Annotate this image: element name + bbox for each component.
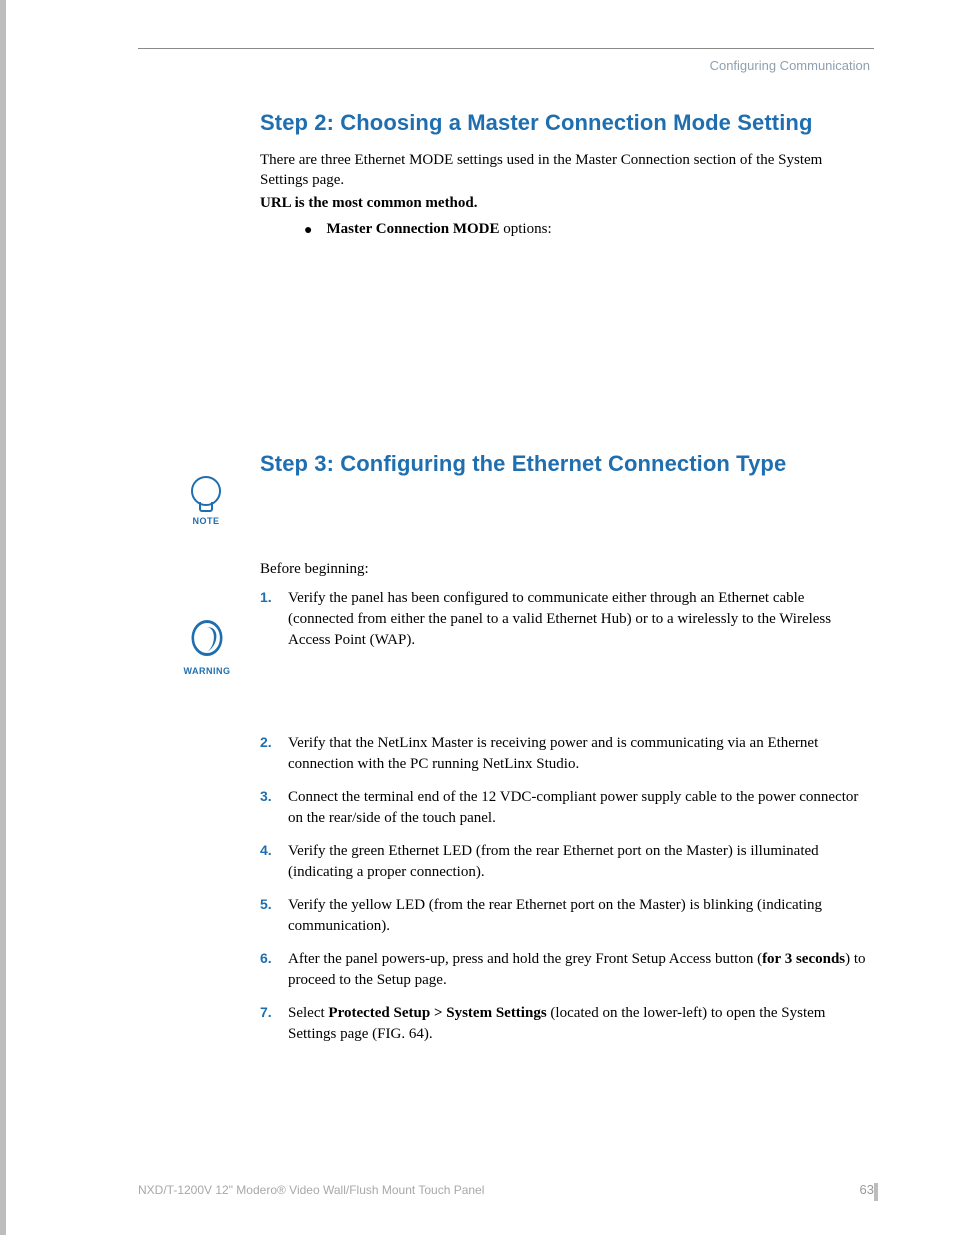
list-item: Verify the yellow LED (from the rear Eth… [260, 895, 870, 937]
step2-heading: Step 2: Choosing a Master Connection Mod… [260, 110, 870, 136]
bullet-text: Master Connection MODE options: [326, 221, 551, 241]
header-section-label: Configuring Communication [710, 58, 870, 73]
step2-intro-2: URL is the most common method. [260, 193, 870, 213]
main-content: Step 2: Choosing a Master Connection Mod… [260, 110, 870, 1057]
list-item: Connect the terminal end of the 12 VDC-c… [260, 787, 870, 829]
document-page: Configuring Communication NOTE WARNING S… [0, 0, 954, 1235]
bullet-rest: options: [500, 221, 552, 237]
note-icon: NOTE [186, 476, 226, 526]
step3-heading: Step 3: Configuring the Ethernet Connect… [260, 451, 870, 477]
page-footer: NXD/T-1200V 12" Modero® Video Wall/Flush… [138, 1182, 874, 1197]
spacer [260, 241, 870, 451]
step2-intro-1: There are three Ethernet MODE settings u… [260, 150, 870, 191]
i6-a: After the panel powers-up, press and hol… [288, 951, 762, 967]
warning-icon: WARNING [182, 620, 232, 676]
step3-ordered-list: Verify the panel has been configured to … [260, 588, 870, 651]
spacer [260, 663, 870, 733]
lightbulb-icon [191, 476, 221, 506]
list-item: Verify the panel has been configured to … [260, 588, 870, 651]
i7-a: Select [288, 1005, 328, 1021]
bullet-dot-icon: ● [304, 221, 312, 241]
spacer [260, 491, 870, 561]
list-item: Verify that the NetLinx Master is receiv… [260, 733, 870, 775]
note-label: NOTE [186, 516, 226, 526]
footer-accent-bar [874, 1183, 878, 1201]
list-item: Select Protected Setup > System Settings… [260, 1003, 870, 1045]
page-number: 63 [860, 1182, 874, 1197]
bullet-bold: Master Connection MODE [326, 221, 499, 237]
bolt-icon [192, 620, 223, 656]
i7-bold: Protected Setup > System Settings [328, 1005, 546, 1021]
list-item: After the panel powers-up, press and hol… [260, 949, 870, 991]
warning-label: WARNING [182, 666, 232, 676]
footer-product: NXD/T-1200V 12" Modero® Video Wall/Flush… [138, 1183, 484, 1197]
list-item: Verify the green Ethernet LED (from the … [260, 841, 870, 883]
step3-before: Before beginning: [260, 561, 870, 578]
i6-bold: for 3 seconds [762, 951, 845, 967]
step3-ordered-list-cont: Verify that the NetLinx Master is receiv… [260, 733, 870, 1045]
step2-bullet: ● Master Connection MODE options: [304, 221, 870, 241]
